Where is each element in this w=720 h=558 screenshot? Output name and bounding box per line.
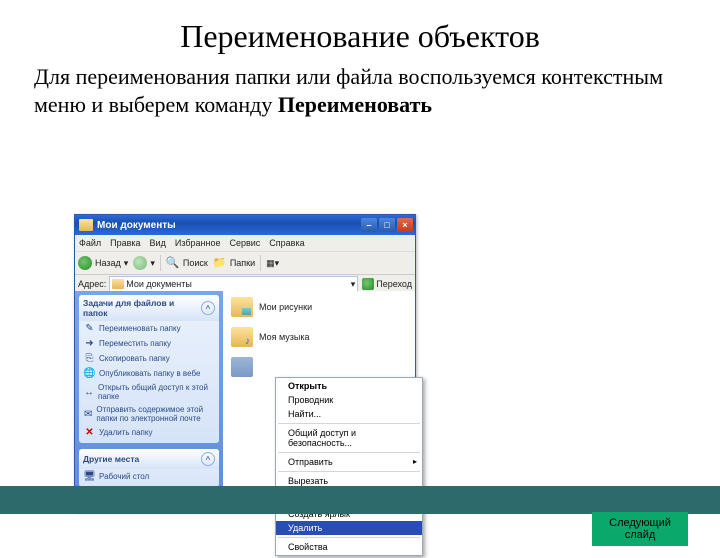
titlebar: Мои документы – □ × bbox=[75, 215, 415, 235]
ctx-find[interactable]: Найти... bbox=[276, 407, 422, 421]
back-label: Назад bbox=[95, 258, 121, 268]
publish-icon: 🌐 bbox=[84, 368, 95, 379]
pictures-folder-icon bbox=[231, 297, 253, 317]
go-button[interactable]: Переход bbox=[362, 278, 412, 290]
music-folder-icon bbox=[231, 327, 253, 347]
views-button[interactable]: ▦▾ bbox=[266, 258, 279, 269]
other-header-label: Другие места bbox=[83, 454, 139, 464]
address-value: Мои документы bbox=[126, 279, 192, 289]
task-rename[interactable]: ✎Переименовать папку bbox=[79, 321, 219, 336]
tasks-panel: Задачи для файлов и папок ^ ✎Переименова… bbox=[79, 295, 219, 443]
sidebar: Задачи для файлов и папок ^ ✎Переименова… bbox=[75, 291, 223, 511]
forward-icon bbox=[133, 256, 147, 270]
tasks-header-label: Задачи для файлов и папок bbox=[83, 298, 201, 318]
chevron-up-icon: ^ bbox=[201, 301, 215, 315]
minimize-button[interactable]: – bbox=[361, 218, 377, 232]
item-label: Мои рисунки bbox=[259, 302, 312, 312]
desktop-icon: 🖥 bbox=[84, 471, 95, 482]
context-menu: Открыть Проводник Найти... Общий доступ … bbox=[275, 377, 423, 556]
go-label: Переход bbox=[376, 279, 412, 289]
task-copy[interactable]: ⎘Скопировать папку bbox=[79, 351, 219, 366]
address-field[interactable]: Мои документы ▾ bbox=[109, 276, 358, 292]
window-title: Мои документы bbox=[97, 220, 361, 231]
list-item-selected[interactable] bbox=[231, 357, 407, 377]
menubar: Файл Правка Вид Избранное Сервис Справка bbox=[75, 235, 415, 251]
item-label: Моя музыка bbox=[259, 332, 310, 342]
folder-icon bbox=[79, 219, 93, 231]
search-button[interactable]: Поиск bbox=[166, 256, 208, 270]
folders-label: Папки bbox=[230, 258, 255, 268]
chevron-up-icon: ^ bbox=[201, 452, 215, 466]
menu-tools[interactable]: Сервис bbox=[229, 238, 260, 248]
folder-icon bbox=[112, 279, 124, 289]
back-icon bbox=[78, 256, 92, 270]
ctx-properties[interactable]: Свойства bbox=[276, 540, 422, 554]
mail-icon: ✉ bbox=[84, 409, 92, 420]
body-bold: Переименовать bbox=[278, 92, 432, 117]
folders-button[interactable]: Папки bbox=[213, 256, 255, 270]
ctx-delete[interactable]: Удалить bbox=[276, 521, 422, 535]
body-text: Для переименования папки или файла воспо… bbox=[34, 63, 692, 118]
menu-favorites[interactable]: Избранное bbox=[175, 238, 221, 248]
next-line2: слайд bbox=[592, 529, 688, 541]
next-slide-button[interactable]: Следующий слайд bbox=[592, 512, 688, 546]
copy-icon: ⎘ bbox=[84, 353, 95, 364]
folder-icon bbox=[231, 357, 253, 377]
folders-icon bbox=[213, 256, 227, 270]
forward-button[interactable]: ▾ bbox=[133, 256, 155, 270]
task-delete[interactable]: ✕Удалить папку bbox=[79, 425, 219, 440]
page-title: Переименование объектов bbox=[0, 18, 720, 55]
content-area: Мои рисунки Моя музыка Открыть Проводник… bbox=[223, 291, 415, 511]
search-label: Поиск bbox=[183, 258, 208, 268]
back-button[interactable]: Назад ▾ bbox=[78, 256, 128, 270]
task-move[interactable]: ➜Переместить папку bbox=[79, 336, 219, 351]
explorer-window: Мои документы – □ × Файл Правка Вид Избр… bbox=[74, 214, 416, 512]
screenshot-cutoff-overlay bbox=[0, 486, 720, 514]
share-icon: ↔ bbox=[84, 387, 94, 398]
address-label: Адрес: bbox=[78, 279, 106, 289]
ctx-explorer[interactable]: Проводник bbox=[276, 393, 422, 407]
close-button[interactable]: × bbox=[397, 218, 413, 232]
tasks-header[interactable]: Задачи для файлов и папок ^ bbox=[79, 295, 219, 321]
go-icon bbox=[362, 278, 374, 290]
search-icon bbox=[166, 256, 180, 270]
delete-icon: ✕ bbox=[84, 427, 95, 438]
move-icon: ➜ bbox=[84, 338, 95, 349]
task-publish[interactable]: 🌐Опубликовать папку в вебе bbox=[79, 366, 219, 381]
other-places-panel: Другие места ^ 🖥Рабочий стол bbox=[79, 449, 219, 487]
menu-view[interactable]: Вид bbox=[150, 238, 166, 248]
task-share[interactable]: ↔Открыть общий доступ к этой папке bbox=[79, 381, 219, 403]
next-line1: Следующий bbox=[592, 517, 688, 529]
ctx-open[interactable]: Открыть bbox=[276, 379, 422, 393]
menu-edit[interactable]: Правка bbox=[110, 238, 140, 248]
maximize-button[interactable]: □ bbox=[379, 218, 395, 232]
list-item[interactable]: Мои рисунки bbox=[231, 297, 407, 317]
menu-file[interactable]: Файл bbox=[79, 238, 101, 248]
rename-icon: ✎ bbox=[84, 323, 95, 334]
list-item[interactable]: Моя музыка bbox=[231, 327, 407, 347]
task-email[interactable]: ✉Отправить содержимое этой папки по элек… bbox=[79, 403, 219, 425]
other-desktop[interactable]: 🖥Рабочий стол bbox=[79, 469, 219, 484]
ctx-sharing[interactable]: Общий доступ и безопасность... bbox=[276, 426, 422, 450]
toolbar: Назад ▾ ▾ Поиск Папки ▦▾ bbox=[75, 251, 415, 275]
menu-help[interactable]: Справка bbox=[269, 238, 304, 248]
ctx-sendto[interactable]: Отправить bbox=[276, 455, 422, 469]
other-header[interactable]: Другие места ^ bbox=[79, 449, 219, 469]
